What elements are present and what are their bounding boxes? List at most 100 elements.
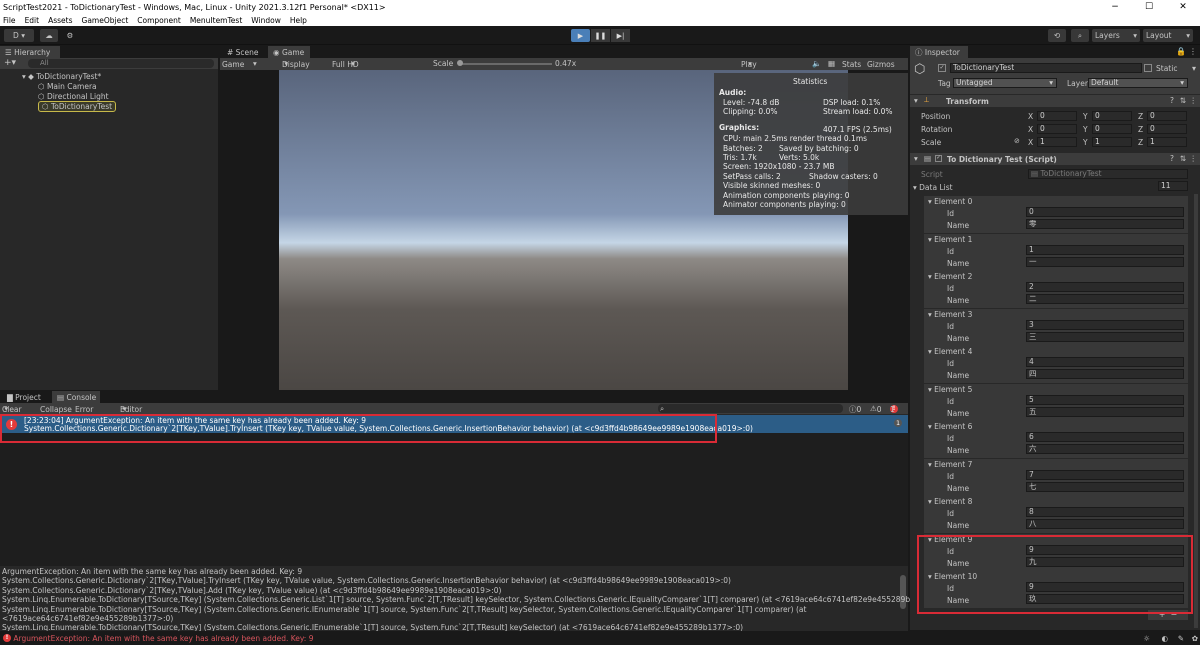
preset-icon[interactable]: ⇅ xyxy=(1180,154,1186,163)
transform-header[interactable]: ▾ ⟂ Transform ? ⇅ ⋮ xyxy=(910,95,1200,107)
lock-icon[interactable]: 🔒 xyxy=(1176,47,1186,56)
position-y-field[interactable]: 0 xyxy=(1092,111,1132,121)
id-field[interactable]: 8 xyxy=(1026,507,1184,517)
debug-icon[interactable]: ✎ xyxy=(1178,634,1184,643)
menu-icon[interactable]: ⋮ xyxy=(1190,154,1198,163)
id-field[interactable]: 5 xyxy=(1026,394,1184,405)
add-element-button[interactable]: + xyxy=(1159,610,1166,619)
data-list-element[interactable]: ▾ Element 1 Id Name 1 一 xyxy=(924,233,1188,271)
vsync-icon[interactable]: ▦ xyxy=(828,59,835,68)
rotation-x-field[interactable]: 0 xyxy=(1037,124,1077,134)
step-button[interactable]: ▶| xyxy=(611,29,630,42)
id-field[interactable]: 9 xyxy=(1026,582,1184,592)
scale-y-field[interactable]: 1 xyxy=(1092,137,1132,147)
data-list-element[interactable]: ▾ Element 4 Id Name 4 四 xyxy=(924,346,1188,383)
status-bar[interactable]: ! ArgumentException: An item with the sa… xyxy=(0,631,1200,645)
hierarchy-search-input[interactable]: All xyxy=(28,59,214,68)
menu-gameobject[interactable]: GameObject xyxy=(82,16,129,25)
element-foldout[interactable]: ▾ Element 9 xyxy=(928,535,972,544)
menu-edit[interactable]: Edit xyxy=(25,16,40,25)
data-list-element[interactable]: ▾ Element 5 Id Name 5 五 xyxy=(924,383,1188,421)
layers-dropdown[interactable]: Layers ▾ xyxy=(1092,29,1140,42)
element-foldout[interactable]: ▾ Element 10 xyxy=(928,572,977,581)
menu-component[interactable]: Component xyxy=(137,16,181,25)
console-search-input[interactable]: ⌕ xyxy=(658,404,843,413)
scene-row[interactable]: ▾ ◆ ToDictionaryTest* xyxy=(0,71,218,81)
hierarchy-item-directional-light[interactable]: ⬡ Directional Light xyxy=(0,91,218,101)
tab-scene[interactable]: # Scene xyxy=(222,46,266,58)
object-name-field[interactable]: ToDictionaryTest xyxy=(950,63,1142,73)
position-x-field[interactable]: 0 xyxy=(1037,111,1077,121)
help-icon[interactable]: ? xyxy=(1170,96,1174,105)
pos-x-label[interactable]: X xyxy=(1028,112,1033,121)
scale-slider-handle[interactable] xyxy=(457,60,463,66)
tab-game[interactable]: ◉ Game xyxy=(268,46,310,58)
pos-z-label[interactable]: Z xyxy=(1138,112,1143,121)
element-foldout[interactable]: ▾ Element 4 xyxy=(928,347,972,356)
element-foldout[interactable]: ▾ Element 6 xyxy=(928,422,972,431)
layer-dropdown[interactable]: Default ▾ xyxy=(1088,78,1188,88)
rot-z-label[interactable]: Z xyxy=(1138,125,1143,134)
scale-x-label[interactable]: X xyxy=(1028,138,1033,147)
chevron-down-icon[interactable]: ▾ xyxy=(1192,64,1196,73)
search-icon[interactable]: ⌕ xyxy=(1071,29,1089,42)
menu-icon[interactable]: ⋮ xyxy=(1190,96,1198,105)
menu-window[interactable]: Window xyxy=(251,16,281,25)
tab-project[interactable]: ▇ Project xyxy=(2,391,48,403)
warning-count[interactable]: ⚠ 0 xyxy=(870,404,882,414)
minimize-button[interactable]: − xyxy=(1098,0,1132,14)
menu-help[interactable]: Help xyxy=(290,16,307,25)
data-list-element[interactable]: ▾ Element 8 Id Name 8 八 xyxy=(924,496,1188,533)
scale-y-label[interactable]: Y xyxy=(1083,138,1088,147)
tab-hierarchy[interactable]: ☰ Hierarchy xyxy=(0,46,60,58)
link-icon[interactable]: ⊘ xyxy=(1014,137,1020,145)
name-field[interactable]: 二 xyxy=(1026,294,1184,304)
info-count[interactable]: ⓘ 0 xyxy=(849,404,861,415)
resolution-dropdown[interactable]: Full HD (1920x1080) ▾ xyxy=(332,59,380,78)
scale-z-label[interactable]: Z xyxy=(1138,138,1143,147)
name-field[interactable]: 四 xyxy=(1026,369,1184,379)
element-foldout[interactable]: ▾ Element 1 xyxy=(928,235,972,244)
name-field[interactable]: 五 xyxy=(1026,406,1184,417)
menu-icon[interactable]: ⋮ xyxy=(1189,47,1197,56)
scale-z-field[interactable]: 1 xyxy=(1147,137,1187,147)
element-foldout[interactable]: ▾ Element 7 xyxy=(928,460,972,469)
tab-console[interactable]: ▤ Console xyxy=(52,391,100,403)
hierarchy-item-todictionarytest[interactable]: ⬡ ToDictionaryTest xyxy=(0,100,218,112)
element-foldout[interactable]: ▾ Element 2 xyxy=(928,272,972,281)
rot-y-label[interactable]: Y xyxy=(1083,125,1088,134)
static-checkbox[interactable] xyxy=(1144,64,1152,72)
clear-button[interactable]: Clear ▾ xyxy=(2,404,22,414)
mute-audio-icon[interactable]: 🔈 xyxy=(812,59,821,68)
position-z-field[interactable]: 0 xyxy=(1147,111,1187,121)
console-log-entry[interactable]: ! [23:23:04] ArgumentException: An item … xyxy=(0,415,908,433)
data-list-element[interactable]: ▾ Element 9 Id Name 9 九 xyxy=(924,533,1188,571)
data-list-element[interactable]: ▾ Element 2 Id Name 2 二 xyxy=(924,271,1188,308)
layout-dropdown[interactable]: Layout ▾ xyxy=(1143,29,1193,42)
add-icon[interactable]: +▾ xyxy=(4,58,16,68)
data-list-foldout[interactable]: ▾ Data List xyxy=(913,183,953,192)
maximize-button[interactable]: ☐ xyxy=(1132,0,1166,14)
history-icon[interactable]: ⟲ xyxy=(1048,29,1066,42)
notification-icon[interactable]: ✿ xyxy=(1192,634,1198,643)
element-foldout[interactable]: ▾ Element 3 xyxy=(928,310,972,319)
scale-x-field[interactable]: 1 xyxy=(1037,137,1077,147)
account-dropdown[interactable]: D ▾ xyxy=(4,29,34,42)
pause-button[interactable]: ❚❚ xyxy=(591,29,610,42)
name-field[interactable]: 三 xyxy=(1026,331,1184,342)
script-field[interactable]: ▤ ToDictionaryTest xyxy=(1028,169,1188,179)
close-button[interactable]: ✕ xyxy=(1166,0,1200,14)
name-field[interactable]: 六 xyxy=(1026,444,1184,454)
id-field[interactable]: 7 xyxy=(1026,469,1184,480)
data-list-element[interactable]: ▾ Element 10 Id Name 9 玖 xyxy=(924,571,1188,608)
name-field[interactable]: 八 xyxy=(1026,519,1184,529)
id-field[interactable]: 0 xyxy=(1026,207,1184,217)
collab-status-icon[interactable]: ◐ xyxy=(1161,634,1168,643)
script-component-header[interactable]: ▾ ▤ ✓ To Dictionary Test (Script) ? ⇅ ⋮ xyxy=(910,153,1200,165)
inspector-scrollbar[interactable] xyxy=(1194,194,1198,628)
play-button[interactable]: ▶ xyxy=(571,29,590,42)
name-field[interactable]: 九 xyxy=(1026,556,1184,567)
data-list-element[interactable]: ▾ Element 6 Id Name 6 六 xyxy=(924,421,1188,458)
data-list-element[interactable]: ▾ Element 3 Id Name 3 三 xyxy=(924,308,1188,346)
menu-assets[interactable]: Assets xyxy=(48,16,72,25)
